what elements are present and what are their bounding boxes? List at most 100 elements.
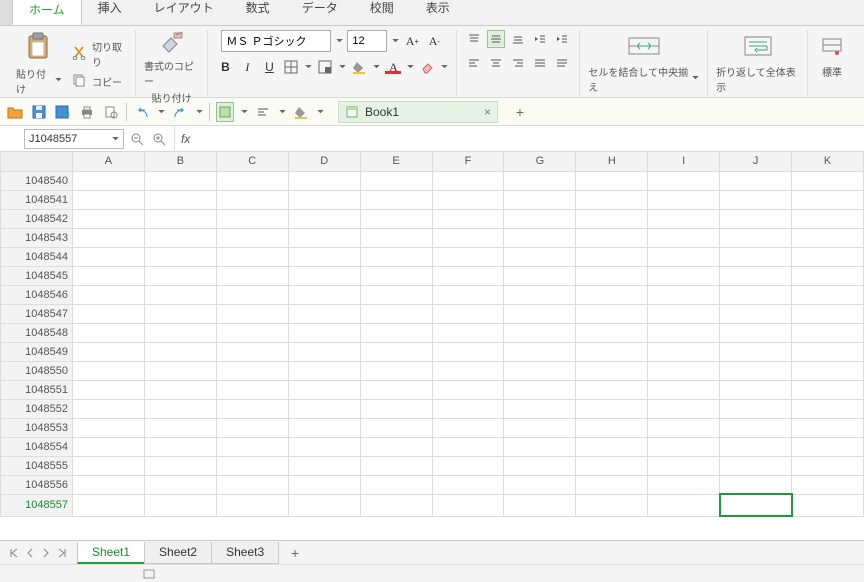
qa-align-dropdown[interactable]: [278, 104, 286, 120]
column-header-E[interactable]: E: [360, 152, 432, 171]
cell-A1048549[interactable]: [73, 342, 145, 361]
cell-J1048548[interactable]: [720, 323, 792, 342]
cell-F1048543[interactable]: [432, 228, 504, 247]
cell-J1048543[interactable]: [720, 228, 792, 247]
column-header-C[interactable]: C: [216, 152, 288, 171]
cell-D1048546[interactable]: [288, 285, 360, 304]
cell-A1048557[interactable]: [73, 494, 145, 516]
border-dropdown[interactable]: [304, 59, 312, 75]
cell-J1048549[interactable]: [720, 342, 792, 361]
cell-E1048543[interactable]: [360, 228, 432, 247]
row-header-1048556[interactable]: 1048556: [1, 475, 73, 494]
font-name-dropdown[interactable]: [335, 33, 343, 49]
grid-area[interactable]: ABCDEFGHIJK10485401048541104854210485431…: [0, 152, 864, 540]
cell-H1048551[interactable]: [576, 380, 648, 399]
cell-B1048554[interactable]: [144, 437, 216, 456]
align-right-button[interactable]: [509, 54, 527, 72]
paste-dropdown[interactable]: [55, 72, 62, 88]
cell-G1048549[interactable]: [504, 342, 576, 361]
cell-G1048552[interactable]: [504, 399, 576, 418]
row-header-1048543[interactable]: 1048543: [1, 228, 73, 247]
cell-H1048548[interactable]: [576, 323, 648, 342]
cell-G1048541[interactable]: [504, 190, 576, 209]
cell-K1048556[interactable]: [792, 475, 864, 494]
cell-F1048544[interactable]: [432, 247, 504, 266]
cell-J1048555[interactable]: [720, 456, 792, 475]
cell-F1048555[interactable]: [432, 456, 504, 475]
increase-indent-button[interactable]: [553, 30, 571, 48]
font-name-select[interactable]: [221, 30, 331, 52]
align-center-button[interactable]: [487, 54, 505, 72]
print-preview-icon[interactable]: [102, 102, 120, 122]
justify-button[interactable]: [531, 54, 549, 72]
cell-I1048546[interactable]: [648, 285, 720, 304]
qa-highlight-icon[interactable]: [292, 102, 310, 122]
align-left-button[interactable]: [465, 54, 483, 72]
cell-K1048541[interactable]: [792, 190, 864, 209]
cell-G1048543[interactable]: [504, 228, 576, 247]
cell-A1048540[interactable]: [73, 171, 145, 190]
cell-D1048557[interactable]: [288, 494, 360, 516]
cell-B1048546[interactable]: [144, 285, 216, 304]
cell-J1048557[interactable]: [720, 494, 792, 516]
cell-K1048547[interactable]: [792, 304, 864, 323]
cell-D1048545[interactable]: [288, 266, 360, 285]
close-document-button[interactable]: ×: [484, 105, 491, 119]
cell-D1048556[interactable]: [288, 475, 360, 494]
cell-J1048551[interactable]: [720, 380, 792, 399]
row-header-1048546[interactable]: 1048546: [1, 285, 73, 304]
cell-B1048551[interactable]: [144, 380, 216, 399]
cell-G1048555[interactable]: [504, 456, 576, 475]
menu-tab-校閲[interactable]: 校閲: [354, 0, 410, 25]
cell-H1048549[interactable]: [576, 342, 648, 361]
font-size-select[interactable]: [347, 30, 387, 52]
column-header-I[interactable]: I: [648, 152, 720, 171]
cell-F1048557[interactable]: [432, 494, 504, 516]
cell-H1048541[interactable]: [576, 190, 648, 209]
sheet-nav-prev[interactable]: [22, 545, 38, 561]
cell-I1048554[interactable]: [648, 437, 720, 456]
cell-F1048540[interactable]: [432, 171, 504, 190]
cell-H1048552[interactable]: [576, 399, 648, 418]
cell-E1048554[interactable]: [360, 437, 432, 456]
cell-D1048542[interactable]: [288, 209, 360, 228]
align-bottom-button[interactable]: [509, 30, 527, 48]
column-header-F[interactable]: F: [432, 152, 504, 171]
cell-A1048544[interactable]: [73, 247, 145, 266]
cell-J1048540[interactable]: [720, 171, 792, 190]
fill-cell-button[interactable]: [316, 58, 334, 76]
cell-A1048548[interactable]: [73, 323, 145, 342]
cell-J1048545[interactable]: [720, 266, 792, 285]
menu-tab-データ[interactable]: データ: [286, 0, 354, 25]
cell-F1048542[interactable]: [432, 209, 504, 228]
cell-I1048541[interactable]: [648, 190, 720, 209]
column-header-B[interactable]: B: [144, 152, 216, 171]
sheet-tab-Sheet1[interactable]: Sheet1: [77, 542, 145, 564]
cell-B1048553[interactable]: [144, 418, 216, 437]
copy-icon[interactable]: [70, 71, 88, 89]
standard-label[interactable]: 標準: [822, 64, 842, 79]
cell-H1048540[interactable]: [576, 171, 648, 190]
row-header-1048552[interactable]: 1048552: [1, 399, 73, 418]
sheet-tab-Sheet3[interactable]: Sheet3: [211, 542, 279, 564]
row-header-1048548[interactable]: 1048548: [1, 323, 73, 342]
name-box-dropdown[interactable]: [111, 131, 119, 147]
cell-K1048555[interactable]: [792, 456, 864, 475]
cell-C1048549[interactable]: [216, 342, 288, 361]
cell-E1048555[interactable]: [360, 456, 432, 475]
menu-tab-レイアウト[interactable]: レイアウト: [138, 0, 230, 25]
cell-K1048550[interactable]: [792, 361, 864, 380]
cell-F1048547[interactable]: [432, 304, 504, 323]
row-header-1048557[interactable]: 1048557: [1, 494, 73, 516]
font-color-dropdown[interactable]: [406, 59, 414, 75]
cell-I1048555[interactable]: [648, 456, 720, 475]
cell-A1048552[interactable]: [73, 399, 145, 418]
row-header-1048553[interactable]: 1048553: [1, 418, 73, 437]
menu-tab-ホーム[interactable]: ホーム: [12, 0, 82, 25]
cell-G1048551[interactable]: [504, 380, 576, 399]
cell-B1048544[interactable]: [144, 247, 216, 266]
cell-C1048540[interactable]: [216, 171, 288, 190]
cell-K1048543[interactable]: [792, 228, 864, 247]
cell-I1048553[interactable]: [648, 418, 720, 437]
cell-E1048541[interactable]: [360, 190, 432, 209]
